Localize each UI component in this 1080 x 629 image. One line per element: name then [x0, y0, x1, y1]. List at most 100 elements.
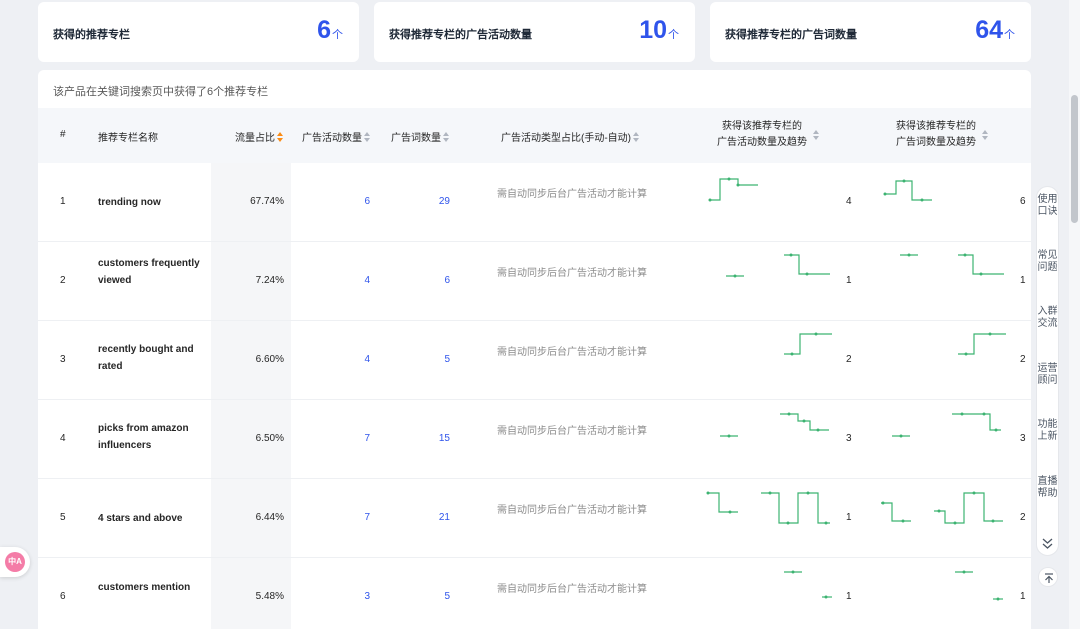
translate-button[interactable]: 中A [0, 547, 30, 577]
translate-icon: 中A [5, 552, 25, 572]
sidebar-item-tips[interactable]: 使用口诀 [1037, 194, 1058, 217]
sidebar-item-live-help[interactable]: 直播帮助 [1037, 476, 1058, 499]
sort-icon [633, 131, 639, 142]
summary-card-value: 10 [639, 16, 667, 44]
row-keyword-count-link[interactable]: 21 [439, 512, 450, 523]
header-keyword-trend-line1: 获得该推荐专栏的 [896, 121, 976, 132]
sort-icon [982, 130, 988, 140]
row-campaign-trend-count: 1 [846, 512, 852, 523]
row-campaign-count-link[interactable]: 7 [364, 512, 370, 523]
scrollbar-thumb[interactable] [1071, 95, 1078, 223]
row-keyword-count-link[interactable]: 29 [439, 196, 450, 207]
header-campaign-count-label: 广告活动数量 [302, 133, 362, 144]
summary-card-value: 64 [975, 16, 1003, 44]
row-campaign-count-link[interactable]: 4 [364, 354, 370, 365]
summary-card-columns: 获得的推荐专栏 6个 [38, 2, 359, 62]
header-index: # [60, 129, 66, 140]
row-keyword-trend-count: 6 [1020, 196, 1026, 207]
summary-card-campaigns: 获得推荐专栏的广告活动数量 10个 [374, 2, 695, 62]
summary-cards: 获得的推荐专栏 6个 获得推荐专栏的广告活动数量 10个 获得推荐专栏的广告词数… [38, 2, 1031, 62]
summary-card-value-group: 6个 [317, 16, 343, 45]
row-name: 4 stars and above [98, 513, 183, 524]
summary-card-keywords: 获得推荐专栏的广告词数量 64个 [710, 2, 1031, 62]
header-name: 推荐专栏名称 [98, 133, 158, 144]
keyword-trend-sparkline [900, 253, 1004, 276]
row-traffic-share: 6.50% [255, 433, 284, 444]
table-row[interactable]: 1 trending now 67.74% 6 29 需自动同步后台广告活动才能… [38, 163, 1031, 242]
summary-card-unit: 个 [332, 29, 343, 41]
keyword-trend-sparkline [892, 412, 1001, 438]
summary-card-label: 获得的推荐专栏 [53, 29, 130, 41]
sidebar-item-new-features[interactable]: 功能上新 [1037, 419, 1058, 442]
keyword-trend-sparkline [955, 570, 1003, 601]
row-campaign-trend-count: 2 [846, 354, 852, 365]
row-traffic-share: 7.24% [255, 275, 284, 286]
keyword-trend-sparkline [883, 179, 932, 202]
row-campaign-count-link[interactable]: 7 [364, 433, 370, 444]
sort-icon [364, 131, 370, 142]
row-keyword-count-link[interactable]: 6 [444, 275, 450, 286]
row-index: 3 [60, 354, 66, 365]
row-keyword-count-link[interactable]: 15 [439, 433, 450, 444]
campaign-trend-sparkline [708, 177, 758, 202]
row-type-note: 需自动同步后台广告活动才能计算 [497, 584, 647, 595]
row-index: 2 [60, 275, 66, 286]
row-campaign-count-link[interactable]: 3 [364, 591, 370, 602]
arrow-up-icon [1045, 573, 1053, 583]
row-name: customers frequently viewed [98, 258, 200, 286]
help-sidebar: 使用口诀 常见问题 入群交流 运营顾问 功能上新 直播帮助 [1036, 186, 1059, 556]
table-row[interactable]: 6 customers mention 5.48% 3 5 需自动同步后台广告活… [38, 558, 1031, 629]
summary-card-value-group: 10个 [639, 16, 679, 45]
row-index: 1 [60, 196, 66, 207]
recommendation-panel: 该产品在关键词搜索页中获得了6个推荐专栏 # 推荐专栏名称 流量占比 广告活动数… [38, 70, 1031, 629]
sidebar-item-consultant[interactable]: 运营顾问 [1037, 363, 1058, 386]
row-campaign-trend-count: 1 [846, 591, 852, 602]
table-row[interactable]: 3 recently bought and rated 6.60% 4 5 需自… [38, 321, 1031, 400]
sidebar-item-faq[interactable]: 常见问题 [1037, 250, 1058, 273]
header-keyword-trend[interactable]: 获得该推荐专栏的 广告词数量及趋势 [882, 119, 1002, 151]
row-name: recently bought and rated [98, 344, 194, 372]
row-keyword-count-link[interactable]: 5 [444, 354, 450, 365]
row-name: customers mention [98, 582, 191, 593]
row-keyword-trend-count: 2 [1020, 354, 1026, 365]
campaign-trend-sparkline [706, 491, 830, 525]
summary-card-label: 获得推荐专栏的广告词数量 [725, 29, 857, 41]
row-type-note: 需自动同步后台广告活动才能计算 [497, 426, 647, 437]
table-header: # 推荐专栏名称 流量占比 广告活动数量 广告词数量 广告活动类型占比(手动-自… [38, 108, 1031, 163]
row-traffic-share: 5.48% [255, 591, 284, 602]
back-to-top-button[interactable] [1038, 567, 1058, 587]
sort-icon [443, 131, 449, 142]
row-keyword-trend-count: 1 [1020, 275, 1026, 286]
summary-card-label: 获得推荐专栏的广告活动数量 [389, 29, 532, 41]
header-campaign-type-label: 广告活动类型占比(手动-自动) [501, 133, 631, 144]
row-index: 5 [60, 512, 66, 523]
summary-card-value-group: 64个 [975, 16, 1015, 45]
header-keyword-count[interactable]: 广告词数量 [391, 129, 449, 144]
sort-icon [277, 131, 283, 142]
row-keyword-trend-count: 3 [1020, 433, 1026, 444]
table-row[interactable]: 2 customers frequently viewed 7.24% 4 6 … [38, 242, 1031, 321]
header-campaign-type[interactable]: 广告活动类型占比(手动-自动) [501, 129, 639, 144]
row-type-note: 需自动同步后台广告活动才能计算 [497, 268, 647, 279]
header-traffic-share[interactable]: 流量占比 [235, 129, 283, 144]
campaign-trend-sparkline [726, 253, 830, 278]
row-name: picks from amazon influencers [98, 423, 189, 451]
row-type-note: 需自动同步后台广告活动才能计算 [497, 505, 647, 516]
table-row[interactable]: 4 picks from amazon influencers 6.50% 7 … [38, 400, 1031, 479]
keyword-trend-sparkline [881, 491, 1003, 525]
summary-card-value: 6 [317, 16, 331, 44]
row-keyword-count-link[interactable]: 5 [444, 591, 450, 602]
chevron-double-down-icon[interactable] [1040, 536, 1055, 551]
row-keyword-trend-count: 2 [1020, 512, 1026, 523]
header-campaign-trend-line2: 广告活动数量及趋势 [717, 137, 807, 148]
header-campaign-trend-line1: 获得该推荐专栏的 [722, 121, 802, 132]
row-campaign-count-link[interactable]: 6 [364, 196, 370, 207]
panel-description: 该产品在关键词搜索页中获得了6个推荐专栏 [53, 86, 269, 98]
row-campaign-count-link[interactable]: 4 [364, 275, 370, 286]
header-campaign-count[interactable]: 广告活动数量 [302, 129, 370, 144]
header-campaign-trend[interactable]: 获得该推荐专栏的 广告活动数量及趋势 [708, 119, 828, 151]
row-campaign-trend-count: 4 [846, 196, 852, 207]
sidebar-item-join-group[interactable]: 入群交流 [1037, 306, 1058, 329]
table-row[interactable]: 5 4 stars and above 6.44% 7 21 需自动同步后台广告… [38, 479, 1031, 558]
row-traffic-share: 6.60% [255, 354, 284, 365]
